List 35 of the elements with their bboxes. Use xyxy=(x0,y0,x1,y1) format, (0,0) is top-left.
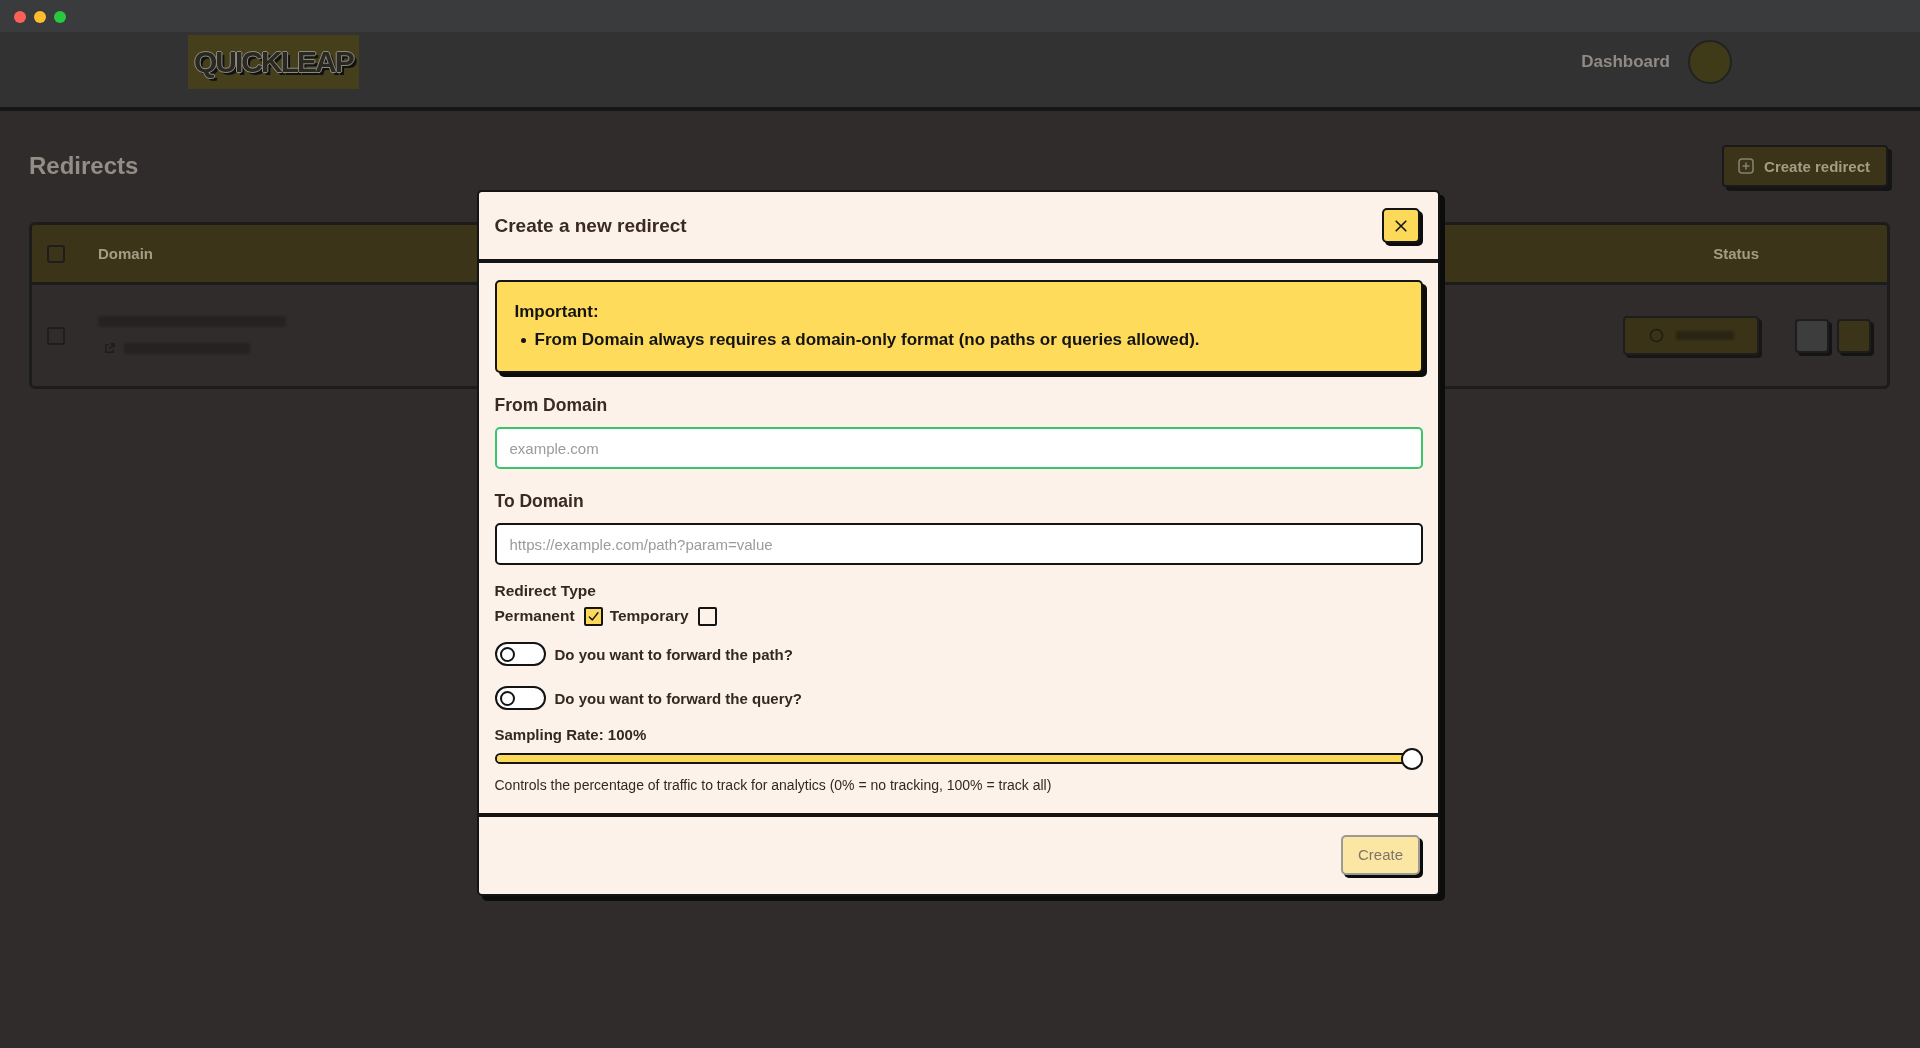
add-icon xyxy=(1738,158,1755,174)
toggle-label: Do you want to forward the path? xyxy=(554,645,793,663)
window-minimize-button[interactable] xyxy=(34,11,46,23)
close-icon xyxy=(1395,219,1407,232)
close-button[interactable] xyxy=(1382,208,1420,243)
checkbox[interactable] xyxy=(47,244,65,263)
slider-label: Sampling Rate: 100% xyxy=(494,726,647,744)
page-title: Redirects xyxy=(29,152,139,180)
section-label: Redirect Type xyxy=(494,581,596,601)
option-label: Permanent xyxy=(494,607,575,625)
toggle-label: Do you want to forward the query? xyxy=(554,689,802,707)
circle-icon xyxy=(1648,328,1664,343)
create-button: Create xyxy=(1340,834,1420,875)
dialog-title: Create a new redirect xyxy=(494,214,687,237)
slider-thumb[interactable] xyxy=(1400,747,1423,770)
field-label: To Domain xyxy=(494,490,584,512)
help-text: Controls the percentage of traffic to track for analytics (0% = no tracking, 100% = track all) xyxy=(494,775,1052,794)
window-maximize-button[interactable] xyxy=(54,11,66,23)
option-label: Temporary xyxy=(609,607,689,625)
notice-heading: Important: xyxy=(514,301,599,323)
window-close-button[interactable] xyxy=(14,11,26,23)
slider-track[interactable] xyxy=(494,747,1423,770)
check-icon xyxy=(586,609,600,623)
input-field[interactable]: https://example.com/path?param=value xyxy=(494,523,1423,565)
notice-text: From Domain always requires a domain-only format (no paths or queries allowed). xyxy=(534,329,1200,351)
field-label: From Domain xyxy=(494,394,608,416)
column-header: Status xyxy=(1713,245,1759,262)
checkbox[interactable] xyxy=(697,606,717,626)
checkbox[interactable] xyxy=(583,606,603,626)
bullet-icon xyxy=(520,337,526,343)
input-field[interactable]: example.com xyxy=(494,427,1423,469)
toggle-switch[interactable] xyxy=(494,686,546,710)
nav-link[interactable]: Dashboard xyxy=(1581,51,1670,72)
toggle-switch[interactable] xyxy=(494,642,546,666)
column-header: Domain xyxy=(98,245,153,262)
